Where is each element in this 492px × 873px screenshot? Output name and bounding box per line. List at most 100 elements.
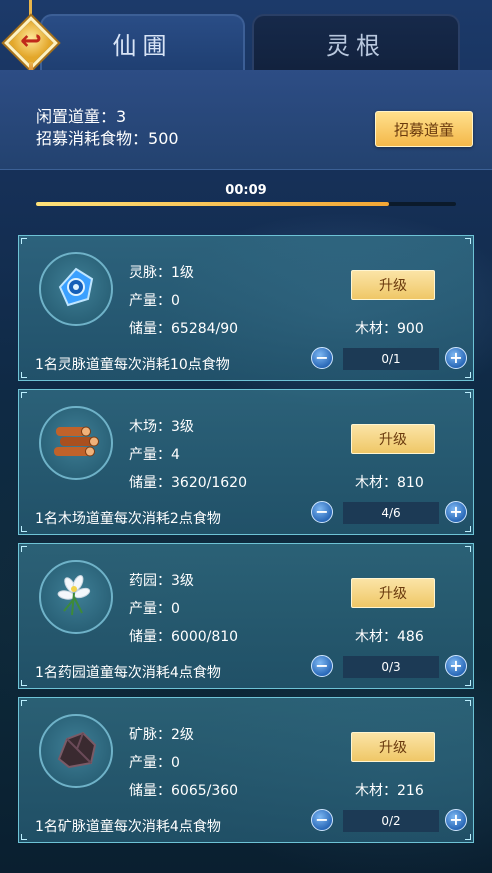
upgrade-button[interactable]: 升级 [351, 578, 435, 608]
wood-label: 木材： [355, 629, 397, 645]
storage-value: 6065/360 [171, 783, 239, 799]
back-arrow-icon: ↩ [20, 26, 42, 56]
storage-value: 65284/90 [171, 321, 239, 337]
plus-icon: + [449, 348, 463, 367]
wood-value: 486 [397, 629, 424, 645]
recruit-button-label: 招募道童 [393, 120, 454, 139]
wood-label: 木材： [355, 783, 397, 799]
upgrade-button[interactable]: 升级 [351, 732, 435, 762]
plus-icon: + [449, 810, 463, 829]
consume-text: 1名药园道童每次消耗4点食物 [35, 665, 221, 681]
building-storage: 储量：65284/90 [129, 318, 238, 338]
output-label: 产量： [129, 755, 171, 771]
wood-cost: 木材：486 [355, 626, 424, 646]
corner-ornament [21, 392, 27, 398]
wood-value: 810 [397, 475, 424, 491]
corner-ornament [21, 238, 27, 244]
worker-count: 0/2 [343, 810, 439, 832]
plus-button[interactable]: + [445, 347, 467, 369]
building-output: 产量：0 [129, 752, 180, 772]
building-level: 灵脉：1级 [129, 265, 194, 281]
recruit-cost-value: 500 [148, 129, 179, 148]
building-level: 木场：3级 [129, 419, 194, 435]
upgrade-button[interactable]: 升级 [351, 270, 435, 300]
worker-count: 4/6 [343, 502, 439, 524]
storage-value: 3620/1620 [171, 475, 247, 491]
recruit-button[interactable]: 招募道童 [375, 111, 473, 147]
corner-ornament [21, 680, 27, 686]
timer-text: 00:09 [225, 183, 267, 198]
corner-ornament [21, 834, 27, 840]
building-card: 灵脉：1级 产量：0 储量：65284/90 升级 木材：900 1名灵脉道童每… [18, 235, 474, 381]
wood-logs-icon [50, 419, 102, 467]
tab-xianpu[interactable]: 仙圃 [40, 14, 245, 70]
tab-label: 仙圃 [112, 31, 173, 60]
minus-button[interactable]: − [311, 501, 333, 523]
plus-icon: + [449, 656, 463, 675]
minus-button[interactable]: − [311, 809, 333, 831]
minus-button[interactable]: − [311, 655, 333, 677]
corner-ornament [465, 238, 471, 244]
building-card: 药园：3级 产量：0 储量：6000/810 升级 木材：486 1名药园道童每… [18, 543, 474, 689]
corner-ornament [465, 546, 471, 552]
output-value: 0 [171, 601, 180, 617]
consume-text: 1名木场道童每次消耗2点食物 [35, 511, 221, 527]
spirit-gem-icon [54, 265, 98, 313]
corner-ornament [465, 372, 471, 378]
upgrade-label: 升级 [379, 586, 407, 602]
corner-ornament [21, 700, 27, 706]
building-storage: 储量：6065/360 [129, 780, 238, 800]
corner-ornament [465, 834, 471, 840]
worker-count: 0/1 [343, 348, 439, 370]
building-icon-frame [39, 714, 113, 788]
progress-fill [36, 202, 389, 206]
building-level: 药园：3级 [129, 573, 194, 589]
tab-linggen[interactable]: 灵根 [252, 14, 460, 70]
corner-ornament [465, 392, 471, 398]
corner-ornament [21, 526, 27, 532]
corner-ornament [465, 700, 471, 706]
upgrade-button[interactable]: 升级 [351, 424, 435, 454]
output-label: 产量： [129, 447, 171, 463]
output-value: 0 [171, 293, 180, 309]
building-output: 产量：0 [129, 290, 180, 310]
wood-label: 木材： [355, 475, 397, 491]
idle-value: 3 [116, 107, 127, 126]
wood-cost: 木材：900 [355, 318, 424, 338]
building-level: 矿脉：2级 [129, 727, 194, 743]
plus-button[interactable]: + [445, 655, 467, 677]
plus-button[interactable]: + [445, 809, 467, 831]
building-card: 木场：3级 产量：4 储量：3620/1620 升级 木材：810 1名木场道童… [18, 389, 474, 535]
building-icon-frame [39, 252, 113, 326]
recruit-cost-label: 招募消耗食物： [36, 129, 149, 148]
wood-cost: 木材：810 [355, 472, 424, 492]
minus-icon: − [315, 348, 329, 367]
wood-value: 900 [397, 321, 424, 337]
progress-bar [36, 202, 456, 206]
consume-text: 1名灵脉道童每次消耗10点食物 [35, 357, 230, 373]
worker-count: 0/3 [343, 656, 439, 678]
idle-workers: 闲置道童：3 [36, 103, 126, 127]
minus-button[interactable]: − [311, 347, 333, 369]
corner-ornament [465, 680, 471, 686]
ore-rock-icon [53, 729, 99, 773]
building-output: 产量：4 [129, 444, 180, 464]
building-storage: 储量：3620/1620 [129, 472, 247, 492]
building-icon-frame [39, 560, 113, 634]
output-value: 0 [171, 755, 180, 771]
storage-label: 储量： [129, 629, 171, 645]
building-output: 产量：0 [129, 598, 180, 618]
idle-label: 闲置道童： [36, 107, 117, 126]
minus-icon: − [315, 502, 329, 521]
output-label: 产量： [129, 293, 171, 309]
storage-value: 6000/810 [171, 629, 239, 645]
minus-icon: − [315, 656, 329, 675]
wood-cost: 木材：216 [355, 780, 424, 800]
wood-label: 木材： [355, 321, 397, 337]
storage-label: 储量： [129, 783, 171, 799]
plus-button[interactable]: + [445, 501, 467, 523]
building-storage: 储量：6000/810 [129, 626, 238, 646]
corner-ornament [465, 526, 471, 532]
corner-ornament [21, 546, 27, 552]
herb-flower-icon [52, 571, 100, 623]
